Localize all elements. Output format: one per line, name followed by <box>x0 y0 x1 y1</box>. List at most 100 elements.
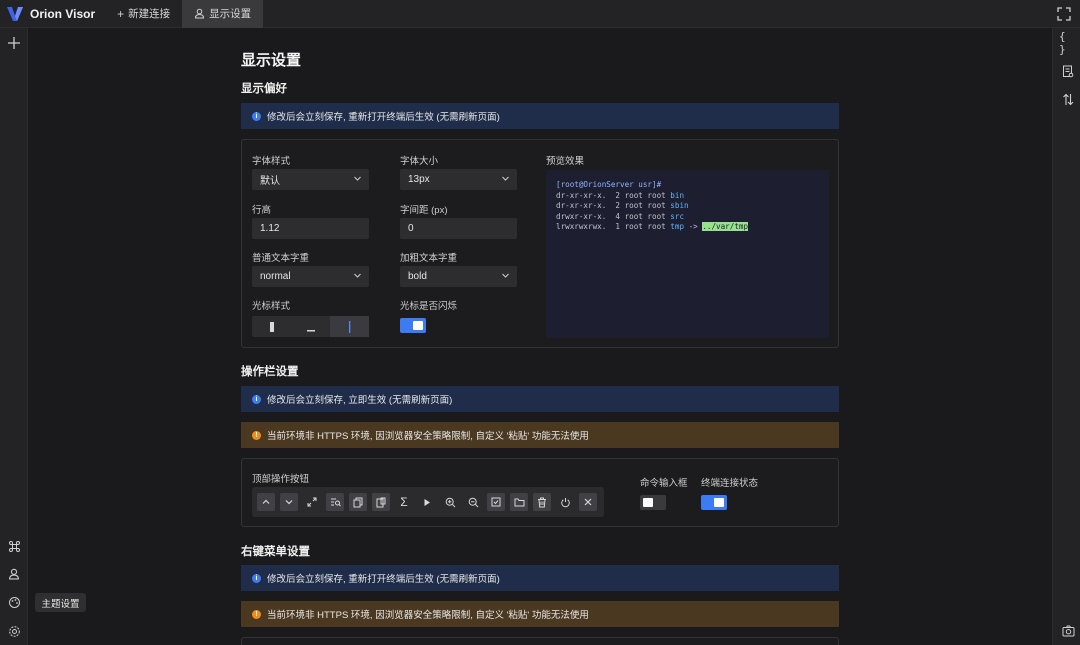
sort-icon[interactable] <box>1059 90 1077 108</box>
user-settings-icon[interactable] <box>5 565 23 583</box>
left-sidebar <box>0 28 28 645</box>
font-size-select[interactable]: 13px <box>400 169 517 190</box>
info-alert: i 修改后会立刻保存, 重新打开终端后生效 (无需刷新页面) <box>241 103 839 129</box>
context-menu-panel <box>241 637 839 645</box>
font-weight-bold-label: 加粗文本字重 <box>400 253 458 264</box>
top-buttons-label: 顶部操作按钮 <box>252 474 310 485</box>
info-icon: i <box>252 573 261 583</box>
cursor-block-option[interactable] <box>252 316 291 337</box>
section-title-context-menu: 右键菜单设置 <box>241 546 310 558</box>
tab-label: 显示设置 <box>209 8 252 20</box>
chevron-down-icon <box>502 273 509 278</box>
alert-text: 修改后会立刻保存, 重新打开终端后生效 (无需刷新页面) <box>267 574 500 585</box>
screenshot-icon[interactable] <box>1059 622 1077 640</box>
preview-perm: dr-xr-xr-x. 2 root root <box>556 190 671 200</box>
preview-line: drwxr-xr-x. 4 root root src <box>556 212 819 223</box>
section-title-display-pref: 显示偏好 <box>241 83 287 95</box>
info-alert: i 修改后会立刻保存, 立即生效 (无需刷新页面) <box>241 386 839 412</box>
line-height-input[interactable]: 1.12 <box>252 218 369 239</box>
power-icon[interactable] <box>556 493 574 511</box>
action-bar-panel: 顶部操作按钮 Σ 命令输入框 终端连接状态 <box>241 458 839 527</box>
cursor-blink-label: 光标是否闪烁 <box>400 301 458 312</box>
command-input-switch[interactable] <box>640 495 666 510</box>
copy-icon[interactable] <box>349 493 367 511</box>
preview-line: dr-xr-xr-x. 2 root root sbin <box>556 201 819 212</box>
search-text-icon[interactable] <box>326 493 344 511</box>
cursor-underline-option[interactable] <box>291 316 330 337</box>
cursor-style-group <box>252 316 369 337</box>
terminal-preview: [root@OrionServer usr]# dr-xr-xr-x. 2 ro… <box>546 170 829 338</box>
fullscreen-icon[interactable] <box>1056 6 1072 22</box>
select-value: bold <box>408 271 427 282</box>
warning-alert: ! 当前环境非 HTTPS 环境, 因浏览器安全策略限制, 自定义 '粘贴' 功… <box>241 422 839 448</box>
chevron-down-icon <box>354 273 361 278</box>
play-icon[interactable] <box>418 493 436 511</box>
preview-perm: lrwxrwxrwx. 1 root root <box>556 222 671 231</box>
line-height-label: 行高 <box>252 205 272 216</box>
warning-alert: ! 当前环境非 HTTPS 环境, 因浏览器安全策略限制, 自定义 '粘贴' 功… <box>241 601 839 627</box>
preview-name: tmp <box>670 222 685 231</box>
preview-arrow: -> <box>684 222 703 231</box>
preview-perm: dr-xr-xr-x. 2 root root <box>556 201 671 210</box>
command-input-label: 命令输入框 <box>640 478 688 489</box>
add-icon[interactable] <box>5 34 23 52</box>
tooltip-theme-settings: 主题设置 <box>35 593 86 612</box>
switch-knob <box>643 498 653 507</box>
info-alert: i 修改后会立刻保存, 重新打开终端后生效 (无需刷新页面) <box>241 565 839 591</box>
alert-text: 修改后会立刻保存, 重新打开终端后生效 (无需刷新页面) <box>267 112 500 123</box>
chevron-down-icon <box>502 176 509 181</box>
chevron-up-icon[interactable] <box>257 493 275 511</box>
switch-knob <box>714 498 724 507</box>
command-icon[interactable] <box>5 537 23 555</box>
preview-name: bin <box>670 190 685 200</box>
expand-icon[interactable] <box>303 493 321 511</box>
preview-perm: drwxr-xr-x. 4 root root <box>556 211 671 221</box>
select-value: normal <box>260 271 291 282</box>
tab-display-settings[interactable]: 显示设置 <box>182 0 264 28</box>
cursor-blink-switch[interactable] <box>400 318 426 333</box>
braces-icon[interactable]: { } <box>1059 30 1077 56</box>
top-action-toolbar: Σ <box>252 487 604 517</box>
sigma-icon[interactable]: Σ <box>395 493 413 511</box>
chevron-down-icon[interactable] <box>280 493 298 511</box>
trash-icon[interactable] <box>533 493 551 511</box>
font-weight-select[interactable]: normal <box>252 266 369 287</box>
page-title: 显示设置 <box>241 52 302 69</box>
document-icon[interactable] <box>1059 62 1077 80</box>
select-value: 13px <box>408 174 430 185</box>
tab-label: 新建连接 <box>128 8 171 20</box>
paste-icon[interactable] <box>372 493 390 511</box>
preview-name: sbin <box>670 201 689 210</box>
preview-prompt: [root@OrionServer usr]# <box>556 180 662 189</box>
section-title-action-bar: 操作栏设置 <box>241 366 299 378</box>
top-bar: Orion Visor + 新建连接 显示设置 <box>0 0 1080 28</box>
display-pref-panel: 字体样式 默认 字体大小 13px 行高 1.12 字间距 (px) 0 普通文… <box>241 139 839 348</box>
info-icon: i <box>252 111 261 121</box>
alert-text: 当前环境非 HTTPS 环境, 因浏览器安全策略限制, 自定义 '粘贴' 功能无… <box>267 610 589 621</box>
font-weight-bold-select[interactable]: bold <box>400 266 517 287</box>
connection-status-switch[interactable] <box>701 495 727 510</box>
checklist-icon[interactable] <box>487 493 505 511</box>
font-weight-label: 普通文本字重 <box>252 253 310 264</box>
orion-logo-icon <box>7 6 23 21</box>
font-family-label: 字体样式 <box>252 156 291 167</box>
brand: Orion Visor <box>0 0 105 28</box>
folder-icon[interactable] <box>510 493 528 511</box>
preview-label: 预览效果 <box>546 156 585 167</box>
font-family-select[interactable]: 默认 <box>252 169 369 190</box>
tab-new-connection[interactable]: + 新建连接 <box>105 0 182 28</box>
connection-status-label: 终端连接状态 <box>701 478 759 489</box>
cursor-bar-option[interactable] <box>330 316 369 337</box>
preview-line: dr-xr-xr-x. 2 root root bin <box>556 191 819 202</box>
theme-icon[interactable] <box>5 593 23 611</box>
select-value: 默认 <box>260 176 280 187</box>
letter-spacing-input[interactable]: 0 <box>400 218 517 239</box>
zoom-out-icon[interactable] <box>464 493 482 511</box>
switch-knob <box>413 321 423 330</box>
app-name: Orion Visor <box>30 6 96 21</box>
close-icon[interactable] <box>579 493 597 511</box>
preview-line: lrwxrwxrwx. 1 root root tmp -> ../var/tm… <box>556 222 819 233</box>
plus-icon: + <box>117 6 125 21</box>
zoom-in-icon[interactable] <box>441 493 459 511</box>
gear-icon[interactable] <box>5 622 23 640</box>
